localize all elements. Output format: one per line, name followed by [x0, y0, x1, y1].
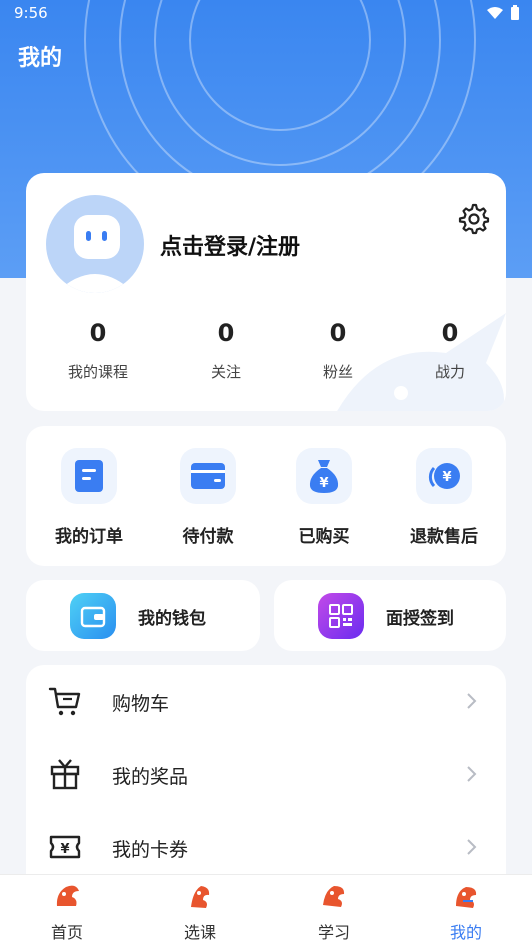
chevron-right-icon: [467, 766, 477, 782]
stat-power[interactable]: 0 战力: [390, 313, 506, 382]
list-item-cart[interactable]: 购物车: [26, 665, 506, 737]
order-icon-wrap: ¥: [416, 448, 472, 504]
avatar[interactable]: [46, 195, 144, 293]
tab-label: 选课: [183, 923, 216, 942]
tab-mine[interactable]: 我的: [426, 881, 506, 943]
svg-text:¥: ¥: [442, 470, 451, 485]
courses-dragon-icon: [191, 886, 210, 908]
login-register-link[interactable]: 点击登录/注册: [160, 229, 300, 261]
settings-button[interactable]: [456, 201, 490, 235]
wallet-icon-wrap: [70, 593, 116, 639]
menu-list: 购物车 我的奖品 ¥ 我的卡券: [26, 665, 506, 885]
status-time: 9:56: [14, 4, 48, 22]
wallet-icon: [80, 606, 106, 628]
stat-courses[interactable]: 0 我的课程: [38, 313, 158, 382]
stat-value: 0: [441, 319, 459, 347]
mine-dragon-icon: [456, 887, 477, 908]
gift-icon: [50, 759, 80, 790]
checkin-label: 面授签到: [386, 609, 454, 629]
chevron-right-icon: [467, 693, 477, 709]
stat-following[interactable]: 0 关注: [166, 313, 286, 382]
wallet-label: 我的钱包: [138, 609, 206, 629]
list-item-coupons[interactable]: ¥ 我的卡券: [26, 811, 506, 883]
purchased-button[interactable]: ¥ 已购买: [269, 448, 379, 547]
my-orders-button[interactable]: 我的订单: [34, 448, 144, 547]
stat-label: 我的课程: [67, 363, 128, 381]
tab-courses[interactable]: 选课: [160, 881, 240, 943]
stat-label: 关注: [210, 363, 241, 381]
order-icon-wrap: ¥: [296, 448, 352, 504]
qr-code-icon: [329, 604, 353, 628]
refund-icon: ¥: [428, 463, 460, 489]
wallet-button[interactable]: 我的钱包: [26, 580, 260, 651]
list-item-label: 我的卡券: [112, 839, 189, 861]
pending-payment-button[interactable]: 待付款: [153, 448, 263, 547]
status-icons: [486, 5, 520, 21]
stats-row: 0 我的课程 0 关注 0 粉丝 0 战力: [26, 313, 506, 393]
tab-home[interactable]: 首页: [27, 881, 107, 943]
card-icon: [191, 463, 225, 489]
stat-value: 0: [89, 319, 107, 347]
tab-label: 我的: [449, 923, 482, 942]
cart-icon: [48, 687, 81, 716]
profile-card: 点击登录/注册 0 我的课程 0 关注 0 粉丝 0 战力: [26, 173, 506, 411]
money-bag-icon: ¥: [309, 460, 339, 493]
chevron-right-icon: [467, 839, 477, 855]
status-bar: 9:56: [0, 0, 532, 28]
tab-label: 学习: [317, 923, 350, 942]
list-item-label: 我的奖品: [112, 766, 189, 788]
checkin-button[interactable]: 面授签到: [274, 580, 506, 651]
order-label: 退款售后: [410, 527, 478, 547]
order-doc-icon: [75, 460, 103, 492]
svg-text:¥: ¥: [319, 476, 328, 491]
wifi-icon: [487, 7, 503, 19]
order-icon-wrap: [180, 448, 236, 504]
coupon-icon: ¥: [49, 835, 81, 859]
battery-icon: [511, 5, 519, 20]
order-label: 我的订单: [55, 527, 123, 547]
order-label: 已购买: [298, 527, 350, 547]
stat-value: 0: [217, 319, 235, 347]
tab-label: 首页: [50, 923, 83, 942]
gear-icon: [458, 203, 490, 235]
bottom-tab-bar: 首页 选课 学习 我的: [0, 874, 532, 944]
order-icon-wrap: [61, 448, 117, 504]
stat-fans[interactable]: 0 粉丝: [278, 313, 398, 382]
stat-label: 战力: [434, 363, 465, 381]
stat-value: 0: [329, 319, 347, 347]
stat-label: 粉丝: [322, 363, 353, 381]
refund-aftersale-button[interactable]: ¥ 退款售后: [389, 448, 499, 547]
study-dragon-icon: [323, 886, 345, 907]
orders-card: 我的订单 待付款 ¥ 已购买 ¥ 退款售后: [26, 426, 506, 566]
list-item-label: 购物车: [112, 693, 170, 715]
tab-study[interactable]: 学习: [294, 881, 374, 943]
list-item-prizes[interactable]: 我的奖品: [26, 738, 506, 810]
order-label: 待付款: [182, 527, 234, 547]
home-dragon-icon: [56, 885, 79, 906]
page-title: 我的: [18, 46, 63, 71]
svg-text:¥: ¥: [60, 842, 69, 857]
avatar-robot-icon: [56, 215, 134, 293]
checkin-icon-wrap: [318, 593, 364, 639]
